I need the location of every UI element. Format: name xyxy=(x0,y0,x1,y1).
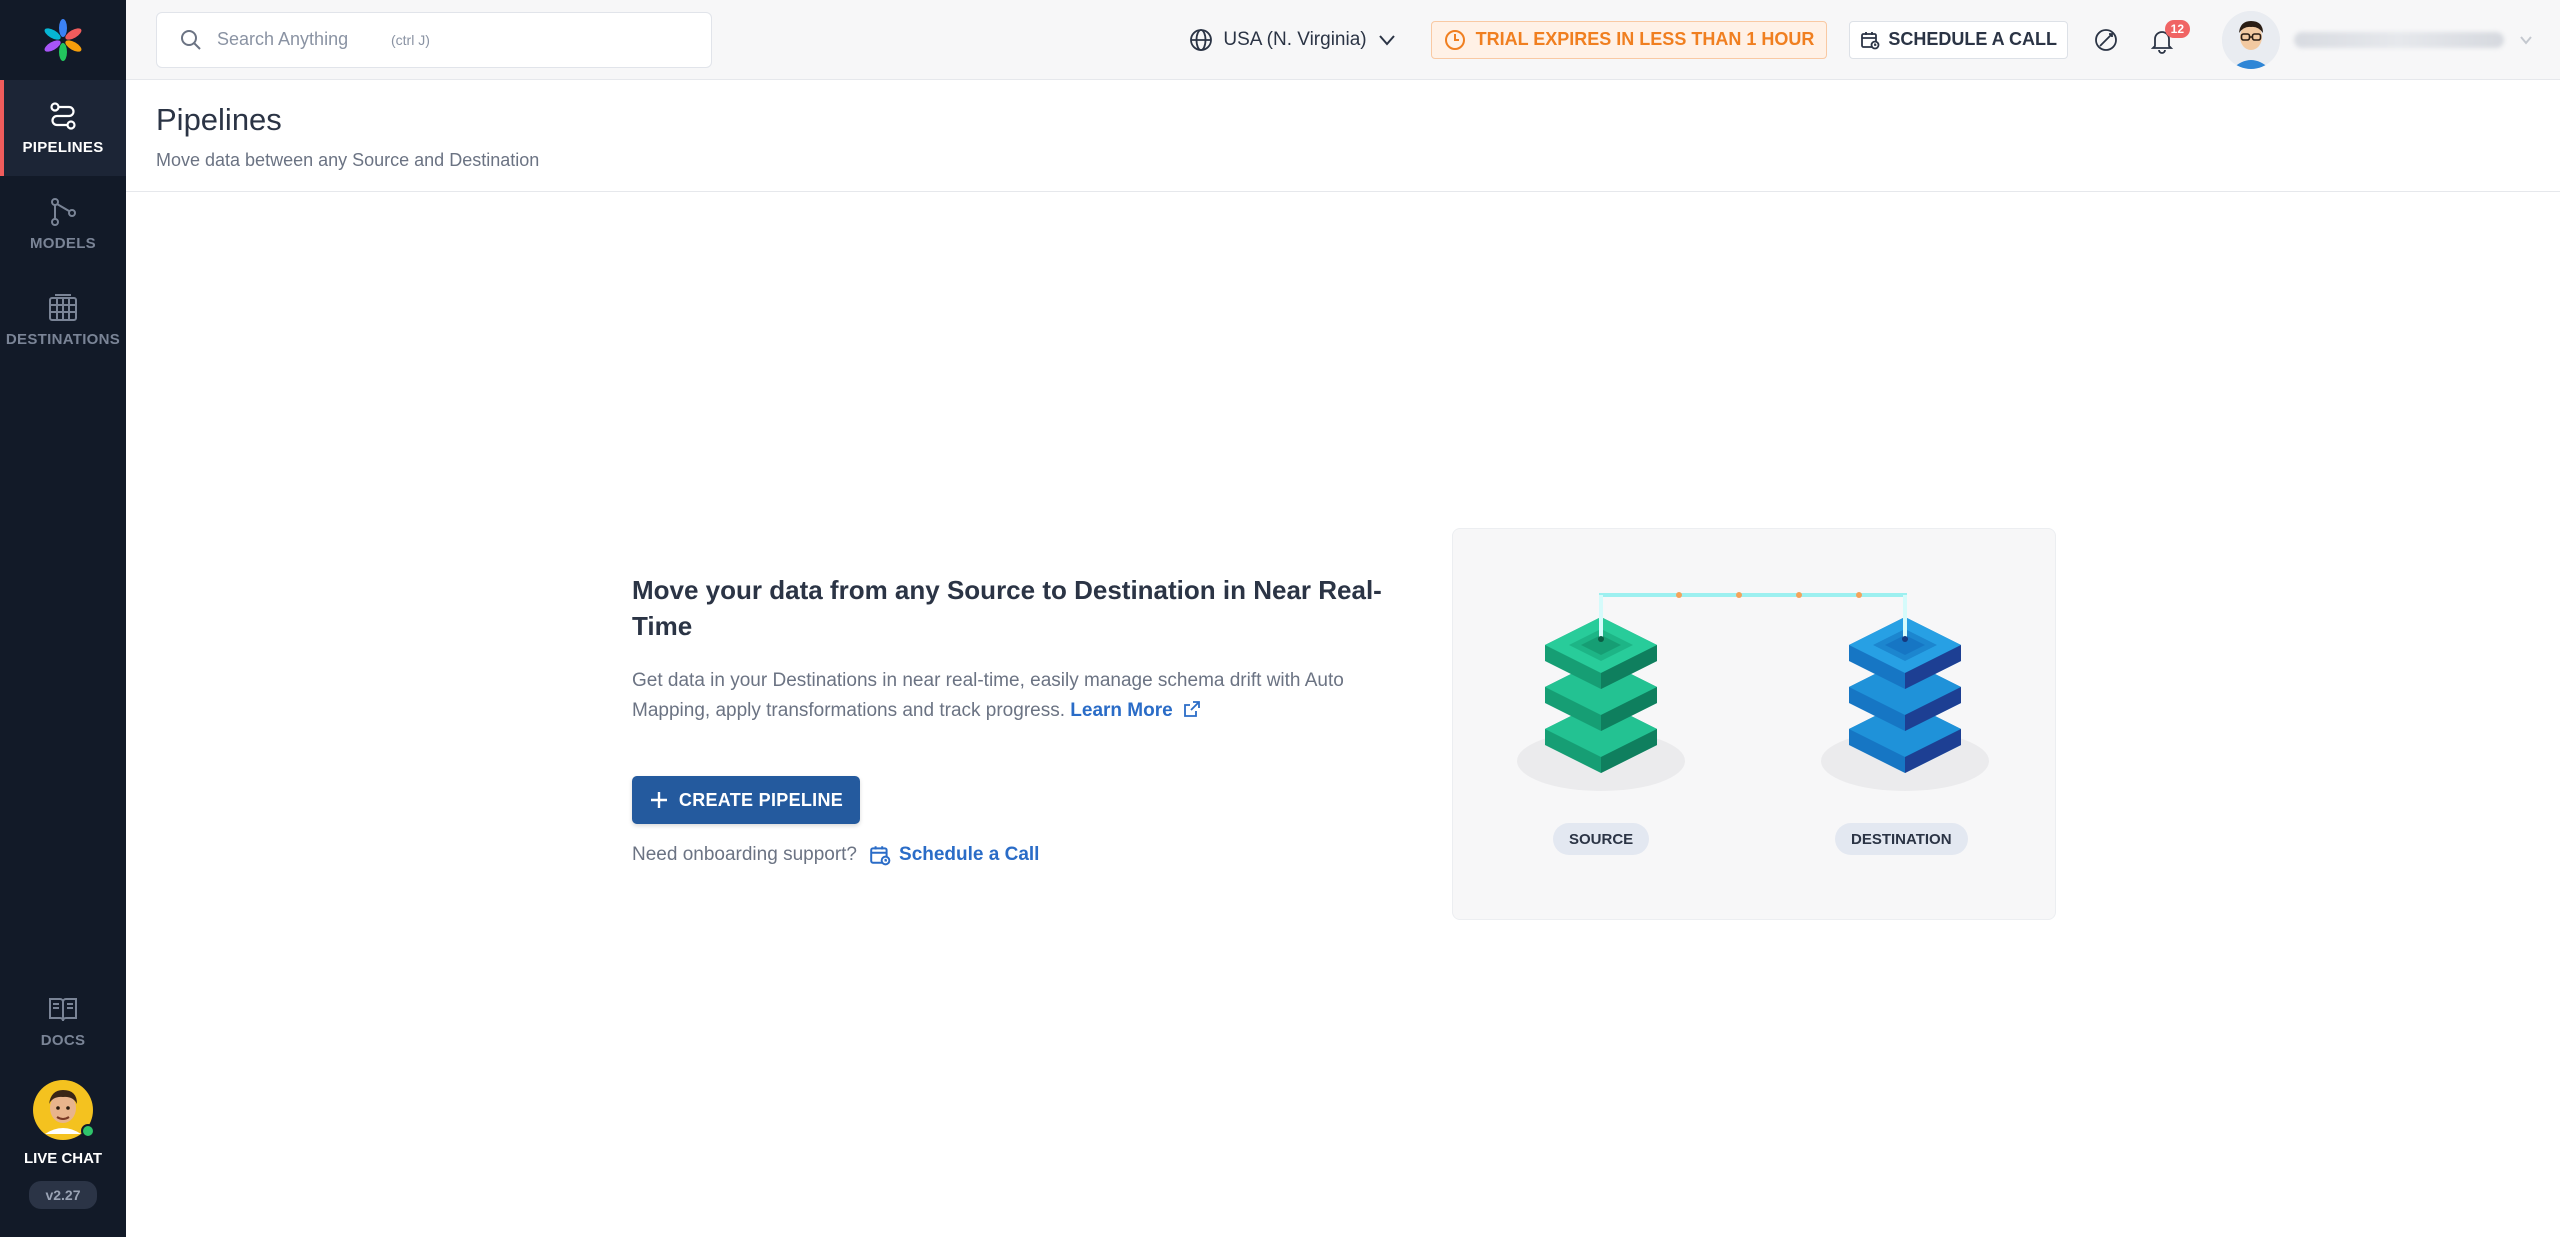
source-destination-illustration: SOURCE DESTINATION xyxy=(1452,528,2056,920)
empty-state: Move your data from any Source to Destin… xyxy=(632,572,1392,866)
clock-icon xyxy=(1444,29,1465,50)
sidebar-item-pipelines[interactable]: PIPELINES xyxy=(0,80,126,176)
rocket-icon xyxy=(2095,28,2117,51)
sidebar: PIPELINES MODELS DESTINATIONS DOCS LIVE … xyxy=(0,0,126,1237)
sidebar-item-label: DESTINATIONS xyxy=(5,330,121,348)
docs-book-icon xyxy=(49,997,77,1021)
region-selector[interactable]: USA (N. Virginia) xyxy=(1189,28,1396,52)
user-menu[interactable] xyxy=(2222,10,2534,69)
chat-avatar[interactable] xyxy=(33,1080,95,1140)
user-avatar xyxy=(2222,10,2280,69)
user-avatar-icon xyxy=(2222,10,2280,69)
app-logo[interactable] xyxy=(0,0,126,80)
sidebar-item-label: DOCS xyxy=(40,1031,86,1049)
calendar-icon xyxy=(1861,31,1880,49)
user-email-redacted xyxy=(2294,31,2504,48)
page-title: Pipelines xyxy=(156,102,282,137)
learn-more-link[interactable]: Learn More xyxy=(1070,700,1202,721)
empty-state-title: Move your data from any Source to Destin… xyxy=(632,575,1382,641)
plus-icon xyxy=(650,792,667,808)
sidebar-item-destinations[interactable]: DESTINATIONS xyxy=(0,272,126,368)
source-tag: SOURCE xyxy=(1553,823,1650,855)
sidebar-item-docs[interactable]: DOCS xyxy=(0,976,126,1066)
notification-count-badge: 12 xyxy=(2164,19,2190,38)
notifications-button[interactable]: 12 xyxy=(2142,19,2190,60)
sidebar-item-label: PIPELINES xyxy=(22,138,104,156)
data-flow-illustration xyxy=(1517,592,1989,791)
globe-icon xyxy=(1190,28,1213,51)
learn-more-label: Learn More xyxy=(1070,700,1173,721)
create-pipeline-button[interactable]: CREATE PIPELINE xyxy=(632,776,860,824)
page-header: Pipelines Move data between any Source a… xyxy=(126,80,2560,192)
search-box[interactable]: (ctrl J) xyxy=(156,11,712,68)
sidebar-item-models[interactable]: MODELS xyxy=(0,176,126,272)
online-status-dot xyxy=(81,1124,95,1138)
region-label: USA (N. Virginia) xyxy=(1223,28,1367,50)
empty-state-description-text: Get data in your Destinations in near re… xyxy=(632,670,1344,721)
live-chat[interactable]: LIVE CHAT xyxy=(24,1080,102,1167)
top-bar: (ctrl J) USA (N. Virginia) TRIAL EXPIRES… xyxy=(126,0,2560,80)
search-icon xyxy=(181,29,201,50)
chevron-down-icon xyxy=(2520,35,2532,45)
version-badge: v2.27 xyxy=(29,1181,97,1209)
schedule-call-link-label: Schedule a Call xyxy=(899,844,1040,865)
destination-tag: DESTINATION xyxy=(1835,823,1968,855)
onboarding-support: Need onboarding support? Schedule a Call xyxy=(632,844,1392,866)
models-icon xyxy=(51,197,76,226)
live-chat-label: LIVE CHAT xyxy=(23,1150,103,1167)
create-pipeline-label: CREATE PIPELINE xyxy=(678,789,844,810)
page-subtitle: Move data between any Source and Destina… xyxy=(156,150,540,170)
schedule-call-button[interactable]: SCHEDULE A CALL xyxy=(1849,20,2068,59)
chevron-down-icon xyxy=(1378,34,1395,46)
search-shortcut-hint: (ctrl J) xyxy=(391,31,430,48)
whats-new-button[interactable] xyxy=(2086,20,2126,60)
sidebar-item-label: MODELS xyxy=(30,234,96,252)
calendar-icon xyxy=(870,846,891,866)
top-right-actions: USA (N. Virginia) TRIAL EXPIRES IN LESS … xyxy=(1189,0,2560,80)
schedule-call-label: SCHEDULE A CALL xyxy=(1888,29,2057,49)
empty-state-description: Get data in your Destinations in near re… xyxy=(632,666,1352,726)
trial-text: TRIAL EXPIRES IN LESS THAN 1 HOUR xyxy=(1475,29,1815,49)
destinations-icon xyxy=(49,293,77,321)
external-link-icon xyxy=(1184,701,1200,717)
search-input[interactable] xyxy=(217,29,377,50)
logo-icon xyxy=(44,19,82,61)
agent-avatar-icon xyxy=(45,1090,81,1134)
pipelines-icon xyxy=(50,101,76,130)
onboarding-text: Need onboarding support? xyxy=(632,844,858,865)
trial-banner[interactable]: TRIAL EXPIRES IN LESS THAN 1 HOUR xyxy=(1430,20,1828,59)
schedule-call-link[interactable]: Schedule a Call xyxy=(869,844,1039,866)
